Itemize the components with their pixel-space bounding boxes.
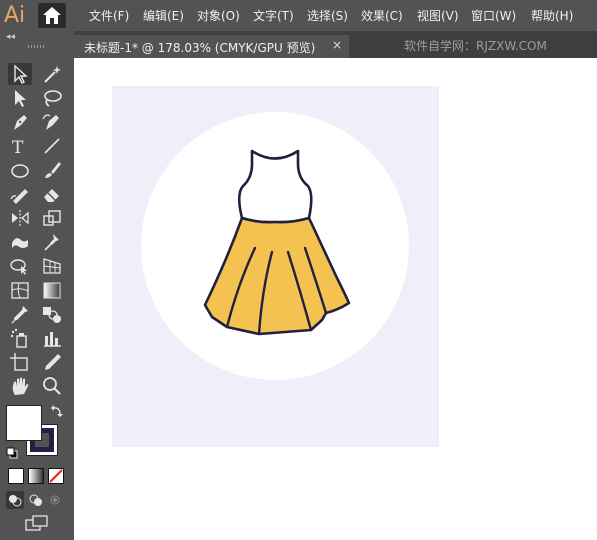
selection-tool-icon[interactable] xyxy=(8,63,32,85)
draw-behind-icon[interactable] xyxy=(27,491,45,513)
blend-tool-icon[interactable] xyxy=(40,303,64,325)
swap-fill-stroke-icon[interactable] xyxy=(50,403,64,422)
watermark-text: 软件自学网：RJZXW.COM xyxy=(404,39,547,53)
menu-view[interactable]: 视图(V) xyxy=(417,7,459,24)
magic-wand-tool-icon[interactable] xyxy=(40,63,64,85)
menu-edit[interactable]: 编辑(E) xyxy=(143,7,184,24)
reflect-tool-icon[interactable] xyxy=(8,207,32,229)
toolbar-header: ◂◂ xyxy=(0,31,74,58)
hand-tool-icon[interactable] xyxy=(8,375,32,397)
gradient-mode-button[interactable] xyxy=(28,468,44,484)
home-icon xyxy=(43,7,61,24)
document-tab[interactable]: 未标题-1* @ 178.03% (CMYK/GPU 预览) × xyxy=(74,35,349,58)
tools-panel: T xyxy=(0,58,74,540)
zoom-tool-icon[interactable] xyxy=(40,375,64,397)
ellipse-tool-icon[interactable] xyxy=(8,159,32,181)
shape-builder-tool-icon[interactable] xyxy=(8,255,32,277)
screen-mode-icon[interactable] xyxy=(24,514,50,538)
document-tab-title: 未标题-1* @ 178.03% (CMYK/GPU 预览) xyxy=(84,41,316,55)
eyedropper-tool-icon[interactable] xyxy=(8,303,32,325)
draw-inside-icon[interactable] xyxy=(46,491,64,513)
menu-effect[interactable]: 效果(C) xyxy=(361,7,403,24)
shaper-tool-icon[interactable] xyxy=(8,183,32,205)
direct-selection-tool-icon[interactable] xyxy=(8,87,32,109)
fill-swatch[interactable] xyxy=(6,405,42,441)
symbol-sprayer-tool-icon[interactable] xyxy=(8,327,32,349)
home-button[interactable] xyxy=(38,3,66,28)
type-tool-icon[interactable]: T xyxy=(8,135,32,157)
line-segment-tool-icon[interactable] xyxy=(40,135,64,157)
scale-tool-icon[interactable] xyxy=(40,207,64,229)
paintbrush-tool-icon[interactable] xyxy=(40,159,64,181)
mesh-tool-icon[interactable] xyxy=(8,279,32,301)
draw-normal-icon[interactable] xyxy=(6,491,24,509)
slice-tool-icon[interactable] xyxy=(40,351,64,373)
perspective-grid-tool-icon[interactable] xyxy=(40,255,64,277)
artboard-tool-icon[interactable] xyxy=(8,351,32,373)
menu-help[interactable]: 帮助(H) xyxy=(531,7,573,24)
menu-window[interactable]: 窗口(W) xyxy=(471,7,516,24)
color-mode-button[interactable] xyxy=(8,468,24,484)
menu-file[interactable]: 文件(F) xyxy=(89,7,129,24)
gradient-tool-icon[interactable] xyxy=(40,279,64,301)
menu-select[interactable]: 选择(S) xyxy=(307,7,348,24)
puppet-warp-tool-icon[interactable] xyxy=(8,231,32,253)
menu-type[interactable]: 文字(T) xyxy=(253,7,294,24)
eraser-tool-icon[interactable] xyxy=(40,183,64,205)
collapse-panel-icon[interactable]: ◂◂ xyxy=(6,32,15,42)
menu-bar: Ai 文件(F) 编辑(E) 对象(O) 文字(T) 选择(S) 效果(C) 视… xyxy=(0,0,597,31)
toolbar-grip-handle[interactable] xyxy=(28,45,46,48)
menu-object[interactable]: 对象(O) xyxy=(197,7,240,24)
default-fill-stroke-icon[interactable] xyxy=(6,444,18,463)
column-graph-tool-icon[interactable] xyxy=(40,327,64,349)
type-tool-glyph: T xyxy=(12,138,24,157)
dress-illustration xyxy=(141,112,409,380)
lasso-tool-icon[interactable] xyxy=(40,87,64,109)
pin-tool-icon[interactable] xyxy=(40,231,64,253)
app-logo: Ai xyxy=(4,3,26,28)
curvature-tool-icon[interactable] xyxy=(40,111,64,133)
artboard[interactable] xyxy=(112,86,439,447)
document-tab-bar: ◂◂ 未标题-1* @ 178.03% (CMYK/GPU 预览) × 软件自学… xyxy=(0,31,597,58)
pen-tool-icon[interactable] xyxy=(8,111,32,133)
close-tab-icon[interactable]: × xyxy=(332,38,342,52)
none-mode-button[interactable] xyxy=(48,468,64,488)
